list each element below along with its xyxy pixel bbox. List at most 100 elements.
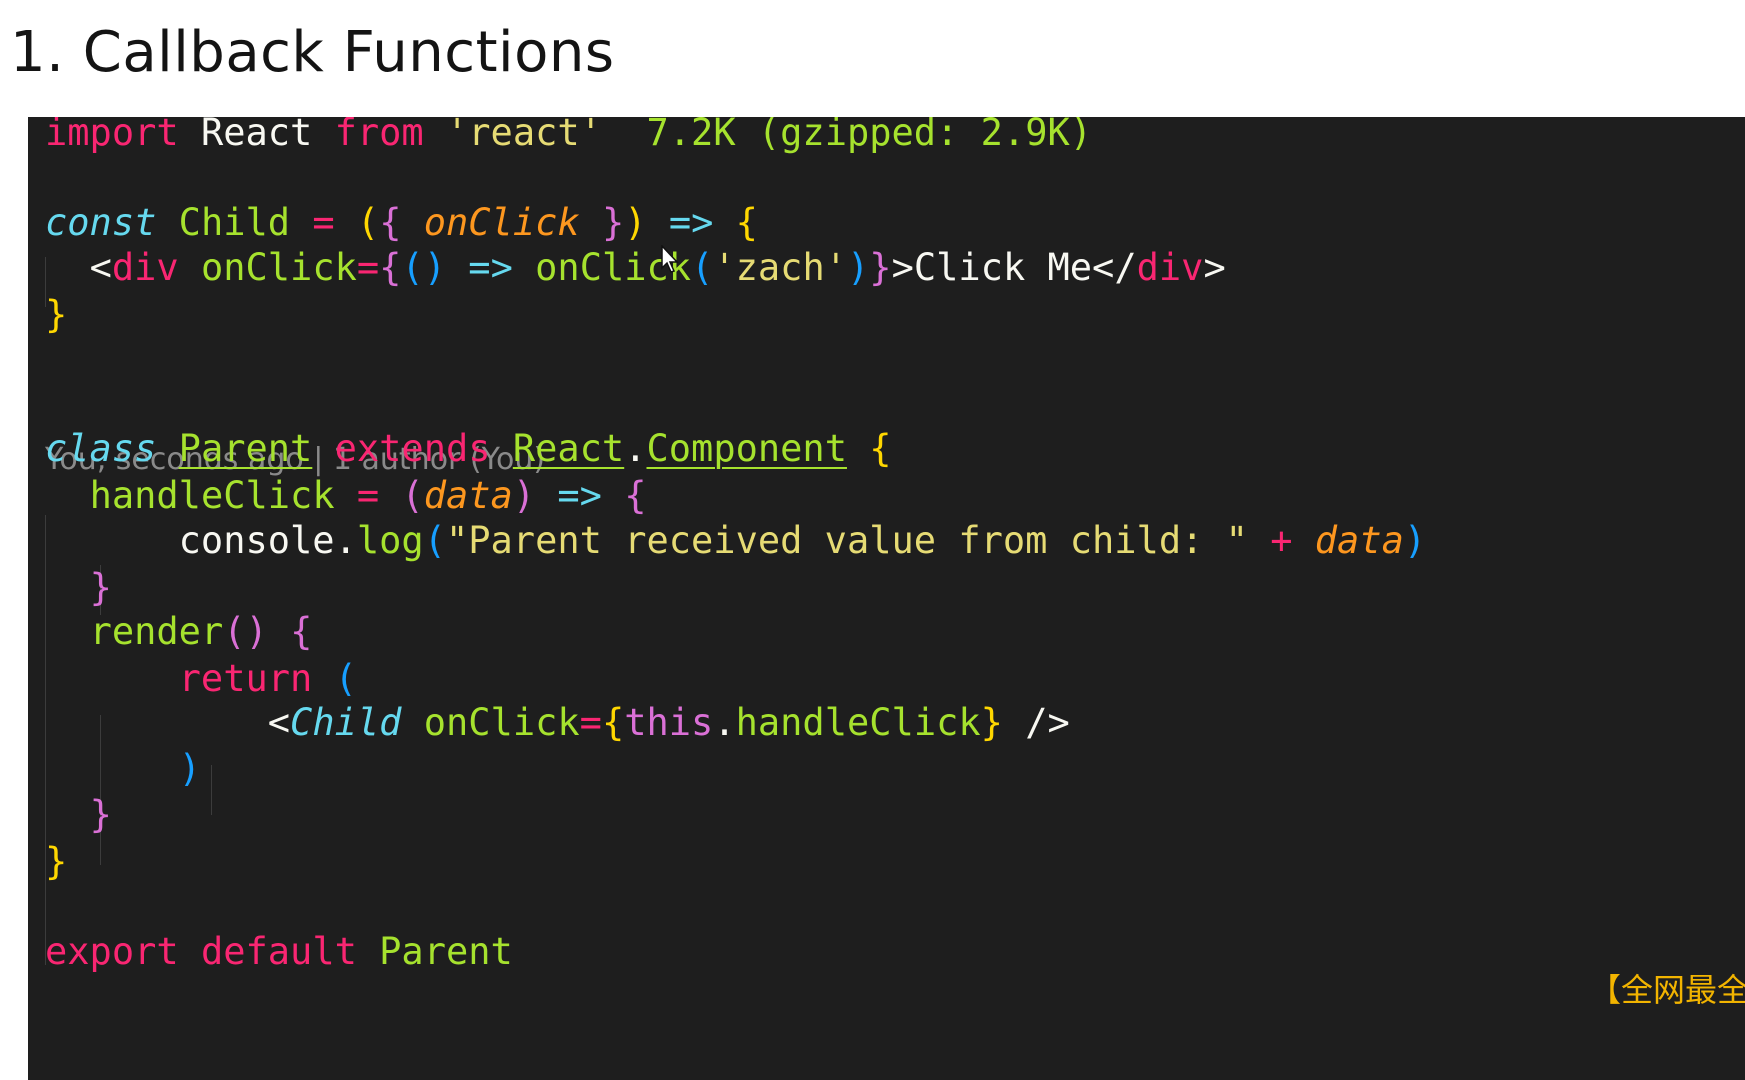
code-token: ) xyxy=(847,246,870,289)
code-line[interactable]: <Child onClick={this.handleClick} /> xyxy=(45,698,1070,748)
indent-guide xyxy=(211,765,212,815)
code-token: data xyxy=(1314,519,1404,562)
code-line[interactable]: render() { xyxy=(45,607,313,657)
code-token: const xyxy=(45,201,157,244)
code-token: = xyxy=(312,201,335,244)
code-token: { xyxy=(624,474,647,517)
code-token: { xyxy=(379,201,402,244)
code-token: ( xyxy=(691,246,714,289)
code-token: div xyxy=(1136,246,1204,289)
code-token: ) xyxy=(624,201,647,244)
code-line[interactable]: } xyxy=(45,563,112,613)
code-token: onClick xyxy=(423,201,580,244)
code-token: Child xyxy=(178,201,291,244)
code-token: default xyxy=(200,930,357,973)
code-token: ( xyxy=(334,657,357,700)
code-token: () xyxy=(223,610,268,653)
code-token: { xyxy=(869,427,892,470)
code-line[interactable]: console.log("Parent received value from … xyxy=(45,516,1427,566)
code-token: => xyxy=(668,201,714,244)
code-line[interactable]: <div onClick={() => onClick('zach')}>Cli… xyxy=(45,243,1226,293)
code-token: Parent xyxy=(178,427,313,470)
code-token: } xyxy=(980,701,1003,744)
code-token: class xyxy=(45,427,157,470)
slide-title: 1. Callback Functions xyxy=(10,20,615,85)
code-token: 'react' xyxy=(446,117,602,154)
code-line[interactable]: return ( xyxy=(45,654,357,704)
code-token: ) xyxy=(512,474,536,517)
code-token: div xyxy=(111,246,179,289)
code-token: { xyxy=(379,246,402,289)
code-line[interactable]: handleClick = (data) => { xyxy=(45,471,647,521)
code-token: Child xyxy=(290,701,402,744)
code-token: handleClick xyxy=(735,701,981,744)
code-token: this xyxy=(624,701,714,744)
code-token: return xyxy=(178,657,313,700)
code-token: . xyxy=(334,519,357,562)
code-token: } xyxy=(89,793,112,836)
code-line[interactable]: } xyxy=(45,837,67,887)
code-token: } xyxy=(869,246,892,289)
code-token: extends xyxy=(334,427,491,470)
code-token: = xyxy=(356,474,380,517)
code-token: } xyxy=(45,840,68,883)
code-token: ( xyxy=(356,201,380,244)
code-token: import xyxy=(45,117,179,154)
code-token: { xyxy=(601,701,625,744)
code-line[interactable]: export default Parent xyxy=(45,927,513,977)
code-token: < xyxy=(267,701,291,744)
watermark-text: 【全网最全 xyxy=(1588,971,1745,1009)
code-token: } xyxy=(45,293,68,336)
code-editor[interactable]: You, seconds ago | 1 author (You) import… xyxy=(28,117,1745,1080)
code-line[interactable]: } xyxy=(45,790,112,840)
code-line[interactable]: ) xyxy=(45,744,201,794)
code-token: { xyxy=(735,201,758,244)
code-token: 7.2K (gzipped: 2.9K) xyxy=(646,117,1093,154)
code-token: () xyxy=(401,246,447,289)
code-line[interactable]: } xyxy=(45,290,67,340)
code-token: >Click Me</ xyxy=(891,246,1137,289)
code-line[interactable]: class Parent extends React.Component { xyxy=(45,424,892,474)
code-token: => xyxy=(468,246,513,289)
code-token: => xyxy=(557,474,602,517)
code-token: = xyxy=(579,701,602,744)
code-token: ) xyxy=(178,747,201,790)
code-token: > xyxy=(1203,246,1226,289)
code-token: Component xyxy=(646,427,847,470)
code-token: } xyxy=(89,566,112,609)
code-token: onClick xyxy=(423,701,580,744)
code-token: handleClick xyxy=(89,474,335,517)
code-token: 'zach' xyxy=(713,246,848,289)
code-token: "Parent received value from child: " xyxy=(445,519,1248,562)
code-token: render xyxy=(89,610,224,653)
code-line[interactable]: import React from 'react' 7.2K (gzipped:… xyxy=(45,117,1092,158)
code-token: export xyxy=(45,930,179,973)
code-line[interactable]: const Child = ({ onClick }) => { xyxy=(45,198,758,248)
code-token: /> xyxy=(1002,701,1070,744)
